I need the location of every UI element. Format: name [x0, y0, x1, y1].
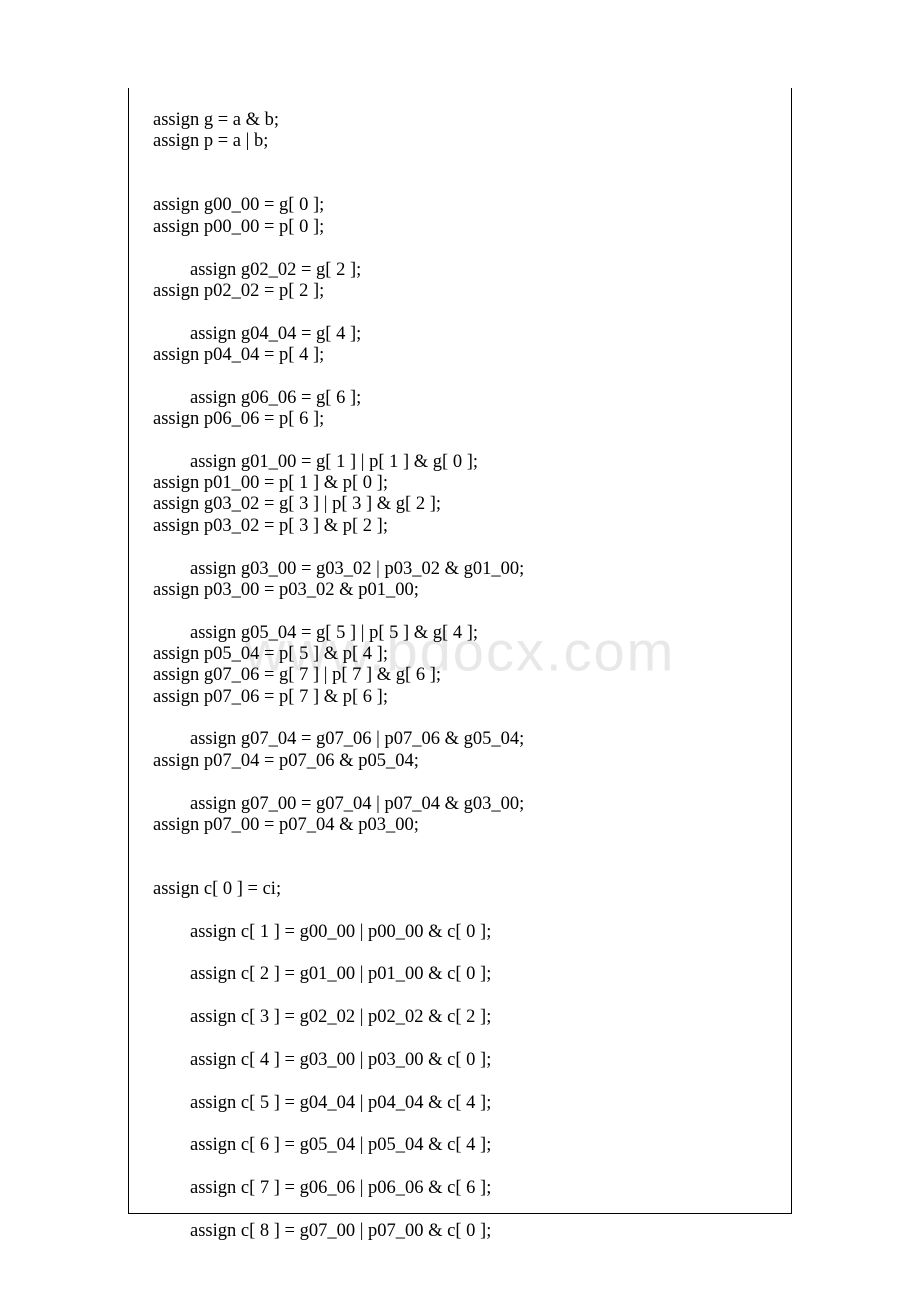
code-listing: assign g = a & b; assign p = a | b; assi…	[153, 110, 767, 1242]
document-frame: assign g = a & b; assign p = a | b; assi…	[128, 88, 792, 1214]
